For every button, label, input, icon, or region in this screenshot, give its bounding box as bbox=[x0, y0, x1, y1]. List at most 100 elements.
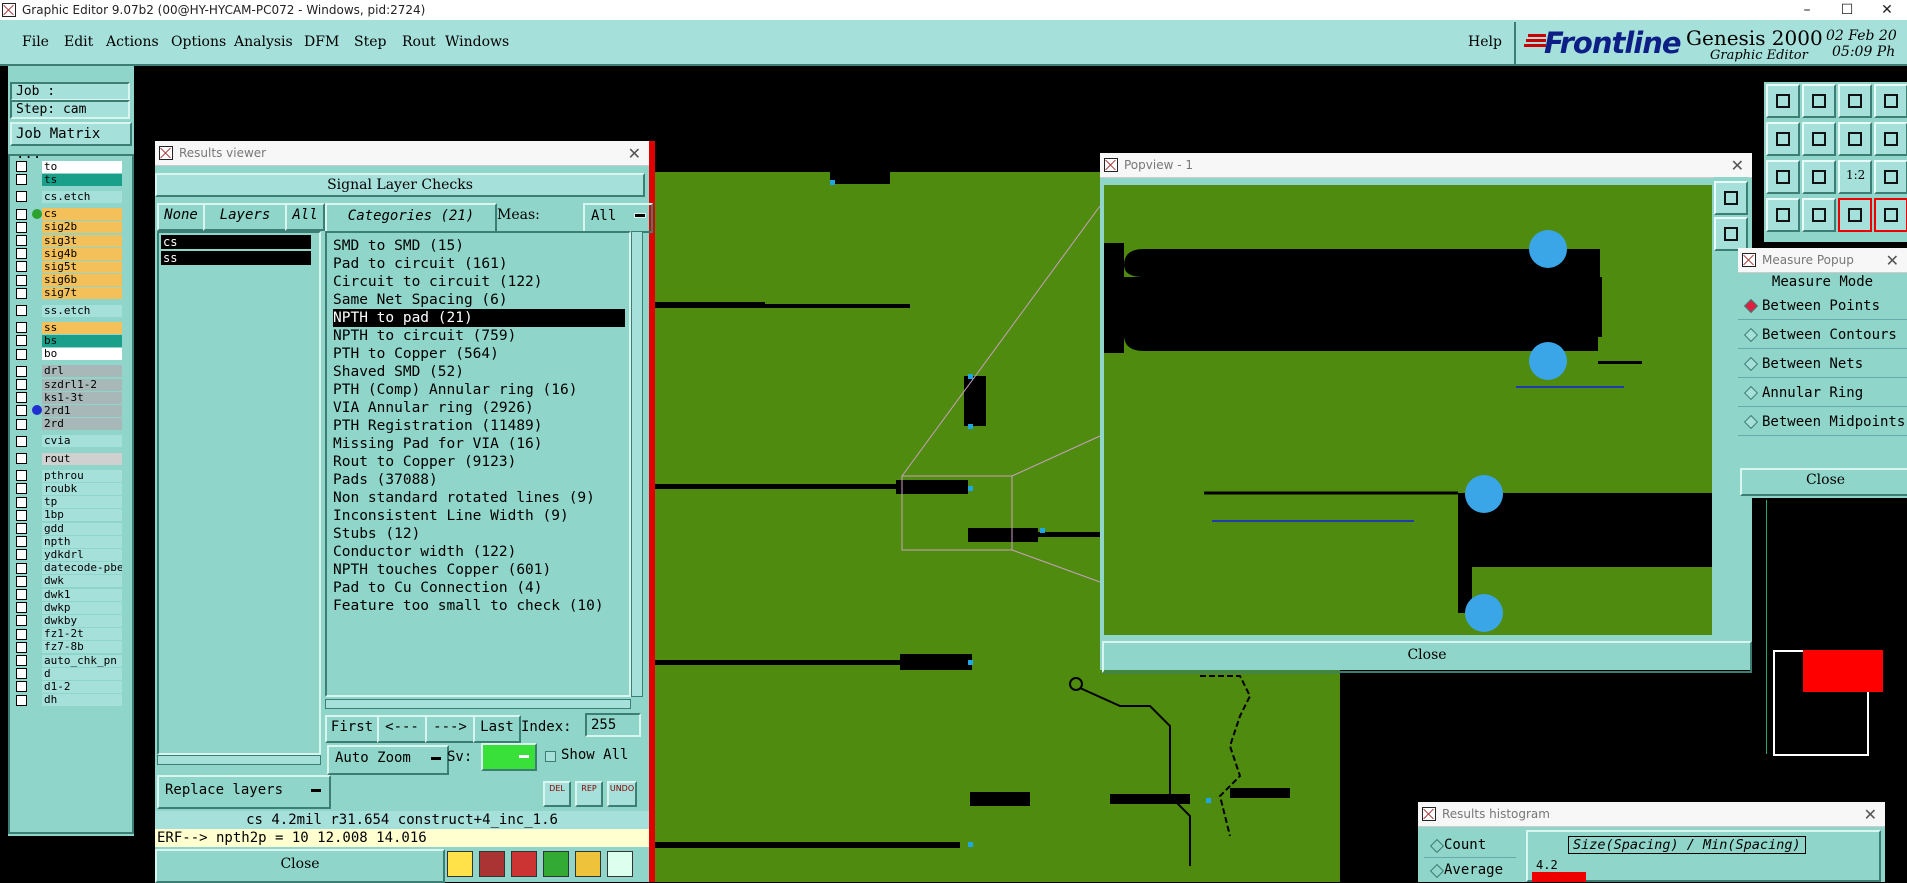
measure-mode-item[interactable]: Annular Ring bbox=[1738, 379, 1907, 407]
tool-extra1-icon[interactable] bbox=[1874, 84, 1907, 118]
prev-button[interactable]: <--- bbox=[377, 715, 427, 743]
measure-mode-item[interactable]: Between Nets bbox=[1738, 350, 1907, 378]
none-button[interactable]: None bbox=[157, 203, 205, 231]
overview-map[interactable] bbox=[1766, 500, 1907, 756]
menu-analysis[interactable]: Analysis bbox=[234, 34, 293, 50]
layer-checkbox[interactable] bbox=[16, 287, 27, 299]
layer-checkbox[interactable] bbox=[16, 261, 27, 273]
measure-mode-item[interactable]: Between Contours bbox=[1738, 321, 1907, 349]
category-item[interactable]: NPTH to circuit (759) bbox=[333, 327, 516, 345]
category-item[interactable]: PTH Registration (11489) bbox=[333, 417, 543, 435]
menu-file[interactable]: File bbox=[22, 34, 49, 50]
menu-edit[interactable]: Edit bbox=[64, 34, 93, 50]
layer-checkbox[interactable] bbox=[16, 562, 27, 574]
tool-open-icon[interactable] bbox=[1766, 84, 1800, 118]
next-button[interactable]: ---> bbox=[425, 715, 475, 743]
layer-checkbox[interactable] bbox=[16, 348, 27, 360]
show-all-checkbox[interactable] bbox=[545, 751, 556, 762]
categories-button[interactable]: Categories (21) bbox=[325, 203, 497, 233]
layer-row[interactable]: dwk1 bbox=[12, 588, 132, 601]
layer-row[interactable]: roubk bbox=[12, 482, 132, 495]
tool-zoom-out-icon[interactable] bbox=[1802, 122, 1836, 156]
popview-canvas[interactable] bbox=[1104, 185, 1712, 635]
layer-row[interactable]: cs.etch bbox=[12, 190, 132, 203]
hist-option-average[interactable]: Average bbox=[1424, 858, 1516, 882]
category-vscrollbar[interactable] bbox=[631, 231, 643, 697]
layer-row[interactable]: 2rd bbox=[12, 418, 132, 431]
close-icon[interactable]: ✕ bbox=[1731, 156, 1744, 175]
layer-row[interactable]: datecode-pbe bbox=[12, 562, 132, 575]
menu-rout[interactable]: Rout bbox=[402, 34, 436, 50]
layer-checkbox[interactable] bbox=[16, 322, 27, 334]
layer-checkbox[interactable] bbox=[16, 208, 27, 220]
layer-checkbox[interactable] bbox=[16, 681, 27, 693]
close-window-button[interactable]: ✕ bbox=[1867, 0, 1907, 20]
layer-checkbox[interactable] bbox=[16, 161, 27, 172]
layer-row[interactable]: sig6b bbox=[12, 274, 132, 287]
tool-scale-icon[interactable]: 1:2 bbox=[1838, 160, 1872, 194]
layer-checkbox[interactable] bbox=[16, 523, 27, 534]
layer-checkbox[interactable] bbox=[16, 615, 27, 627]
menu-dfm[interactable]: DFM bbox=[304, 34, 339, 50]
layer-row[interactable]: gdd bbox=[12, 522, 132, 535]
layer-checkbox[interactable] bbox=[16, 435, 27, 447]
layer-row[interactable]: dwkp bbox=[12, 601, 132, 614]
layer-checkbox[interactable] bbox=[16, 602, 27, 614]
category-item[interactable]: SMD to SMD (15) bbox=[333, 237, 464, 255]
layer-row[interactable]: pthrou bbox=[12, 469, 132, 482]
layer-row[interactable]: cvia bbox=[12, 435, 132, 448]
category-item[interactable]: Pad to circuit (161) bbox=[333, 255, 508, 273]
layer-checkbox[interactable] bbox=[16, 191, 27, 203]
layer-row[interactable]: ks1-3t bbox=[12, 391, 132, 404]
layer-row[interactable]: tp bbox=[12, 496, 132, 509]
tool-save-icon[interactable] bbox=[1802, 84, 1836, 118]
layer-row[interactable]: ss.etch bbox=[12, 304, 132, 317]
category-item[interactable]: PTH to Copper (564) bbox=[333, 345, 499, 363]
layer-row[interactable]: d bbox=[12, 667, 132, 680]
close-results-viewer-button[interactable]: Close bbox=[155, 849, 445, 883]
layer-checkbox[interactable] bbox=[16, 379, 27, 390]
category-item[interactable]: VIA Annular ring (2926) bbox=[333, 399, 534, 417]
category-item[interactable]: Pads (37088) bbox=[333, 471, 438, 489]
layer-checkbox[interactable] bbox=[16, 470, 27, 482]
layer-checkbox[interactable] bbox=[16, 575, 27, 587]
layer-row[interactable]: rout bbox=[12, 452, 132, 465]
report-icon[interactable] bbox=[479, 851, 505, 877]
layer-row[interactable]: d1-2 bbox=[12, 680, 132, 693]
minimize-button[interactable]: – bbox=[1787, 0, 1827, 20]
category-item[interactable]: Missing Pad for VIA (16) bbox=[333, 435, 543, 453]
layer-row[interactable]: bo bbox=[12, 348, 132, 361]
layer-checkbox[interactable] bbox=[16, 589, 27, 600]
result-layer-ss[interactable]: ss bbox=[161, 251, 311, 265]
layer-row[interactable]: sig4b bbox=[12, 247, 132, 260]
layer-checkbox[interactable] bbox=[16, 221, 27, 233]
first-button[interactable]: First bbox=[325, 715, 379, 743]
category-hscrollbar[interactable] bbox=[325, 699, 631, 709]
layer-checkbox[interactable] bbox=[16, 235, 27, 246]
close-popview-button[interactable]: Close bbox=[1102, 641, 1752, 673]
close-icon[interactable]: ✕ bbox=[1864, 805, 1877, 824]
layer-checkbox[interactable] bbox=[16, 335, 27, 347]
meas-dropdown[interactable]: All bbox=[583, 203, 653, 233]
layer-row[interactable]: to bbox=[12, 160, 132, 173]
layer-checkbox[interactable] bbox=[16, 668, 27, 680]
layer-row[interactable]: ydkdrl bbox=[12, 548, 132, 561]
menu-help[interactable]: Help bbox=[1468, 34, 1502, 50]
tool-extra3-icon[interactable] bbox=[1874, 198, 1907, 232]
layer-row[interactable]: szdrl1-2 bbox=[12, 378, 132, 391]
category-item[interactable]: NPTH to pad (21) bbox=[333, 309, 625, 327]
layer-row[interactable]: sig2b bbox=[12, 221, 132, 234]
layer-row[interactable]: 1bp bbox=[12, 509, 132, 522]
layer-checkbox[interactable] bbox=[16, 641, 27, 653]
menu-actions[interactable]: Actions bbox=[106, 34, 159, 50]
popview-save-icon[interactable] bbox=[1714, 217, 1748, 251]
layer-row[interactable]: dwkby bbox=[12, 614, 132, 627]
select-icon[interactable] bbox=[447, 851, 473, 877]
layer-checkbox[interactable] bbox=[16, 509, 27, 521]
tool-help-icon[interactable] bbox=[1874, 160, 1907, 194]
tool-grid-icon[interactable] bbox=[1802, 198, 1836, 232]
layer-row[interactable]: cs bbox=[12, 208, 132, 221]
layer-checkbox[interactable] bbox=[16, 536, 27, 548]
close-icon[interactable]: ✕ bbox=[1886, 251, 1899, 270]
layer-checkbox[interactable] bbox=[16, 392, 27, 404]
